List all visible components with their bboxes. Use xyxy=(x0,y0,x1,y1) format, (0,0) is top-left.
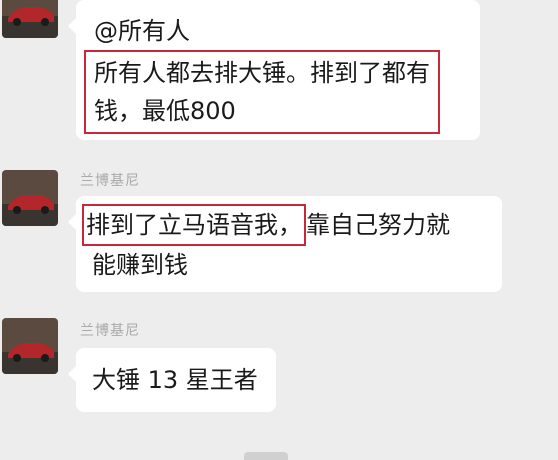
message-line: 钱，最低800 xyxy=(94,97,236,125)
message-bubble[interactable]: @所有人 所有人都去排大锤。排到了都有 钱，最低800 xyxy=(68,0,480,140)
scroll-indicator xyxy=(244,452,288,460)
highlight-box: 排到了立马语音我， xyxy=(82,204,306,246)
mention-text: @所有人 xyxy=(94,17,190,45)
red-car-icon xyxy=(2,318,58,374)
avatar[interactable] xyxy=(2,318,58,374)
avatar[interactable] xyxy=(2,0,58,38)
message-bubble[interactable]: 大锤 13 星王者 xyxy=(68,348,276,412)
avatar[interactable] xyxy=(2,170,58,226)
sender-name: 兰博基尼 xyxy=(80,323,140,339)
red-car-icon xyxy=(2,0,58,38)
message-line: 所有人都去排大锤。排到了都有 xyxy=(94,59,430,87)
message-text: 靠自己努力就 xyxy=(306,211,450,239)
message-bubble[interactable]: 排到了立马语音我， 靠自己努力就 能赚到钱 xyxy=(68,196,502,292)
highlighted-text: 排到了立马语音我， xyxy=(86,211,302,239)
message-text: 大锤 13 星王者 xyxy=(92,366,258,394)
highlight-box: 所有人都去排大锤。排到了都有 钱，最低800 xyxy=(84,50,440,134)
message-line: 能赚到钱 xyxy=(92,251,188,279)
red-car-icon xyxy=(2,170,58,226)
sender-name: 兰博基尼 xyxy=(80,173,140,189)
